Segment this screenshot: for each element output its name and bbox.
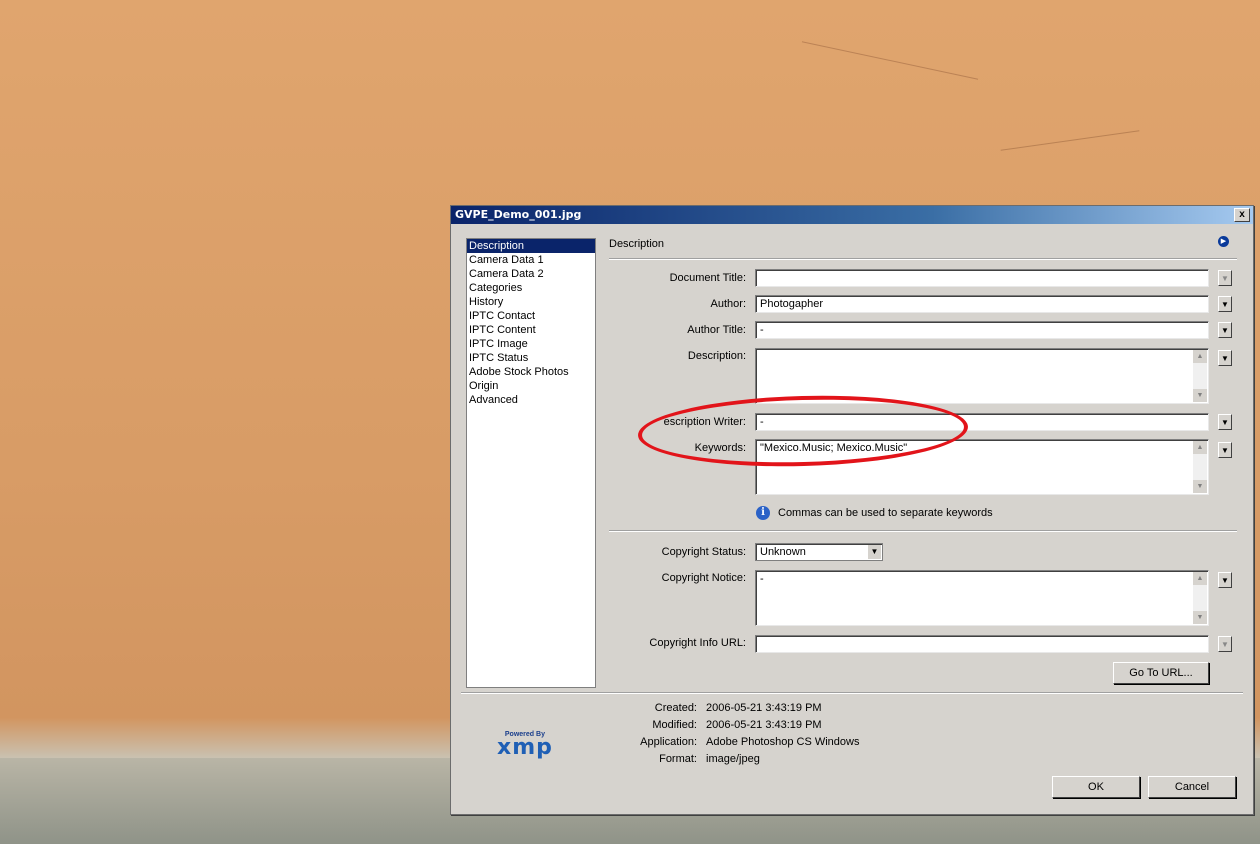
dialog-titlebar: GVPE_Demo_001.jpg x: [451, 206, 1253, 224]
copyright-notice-label: Copyright Notice:: [661, 572, 746, 584]
sidebar-item-iptc-status[interactable]: IPTC Status: [467, 351, 595, 365]
category-list: Description Camera Data 1 Camera Data 2 …: [466, 238, 596, 688]
scroll-up-icon[interactable]: ▲: [1193, 350, 1207, 363]
dropdown-arrow-icon[interactable]: ▼: [1218, 572, 1232, 588]
sidebar-item-iptc-contact[interactable]: IPTC Contact: [467, 309, 595, 323]
document-title-field[interactable]: [755, 269, 1209, 287]
close-icon[interactable]: x: [1234, 208, 1250, 222]
format-value: image/jpeg: [706, 753, 760, 765]
sidebar-item-description[interactable]: Description: [467, 239, 595, 253]
dropdown-arrow-icon[interactable]: ▼: [868, 545, 881, 559]
ok-button[interactable]: OK: [1052, 776, 1140, 798]
sidebar-item-adobe-stock-photos[interactable]: Adobe Stock Photos: [467, 365, 595, 379]
dialog-title: GVPE_Demo_001.jpg: [455, 208, 582, 221]
keywords-hint: i Commas can be used to separate keywords: [756, 506, 993, 520]
dropdown-arrow-icon[interactable]: ▼: [1218, 350, 1232, 366]
author-field[interactable]: Photogapher: [755, 295, 1209, 313]
go-to-url-button[interactable]: Go To URL...: [1113, 662, 1209, 684]
author-label: Author:: [710, 298, 746, 310]
section-divider: [609, 258, 1237, 260]
menu-arrow-icon[interactable]: ▶: [1218, 236, 1229, 247]
scrollbar[interactable]: ▲ ▼: [1193, 350, 1207, 402]
scrollbar[interactable]: ▲ ▼: [1193, 441, 1207, 493]
sidebar-item-camera-data-2[interactable]: Camera Data 2: [467, 267, 595, 281]
sidebar-item-iptc-content[interactable]: IPTC Content: [467, 323, 595, 337]
sidebar-item-history[interactable]: History: [467, 295, 595, 309]
section-divider: [461, 692, 1243, 694]
copyright-url-label: Copyright Info URL:: [649, 637, 746, 649]
created-value: 2006-05-21 3:43:19 PM: [706, 702, 822, 714]
scrollbar[interactable]: ▲ ▼: [1193, 572, 1207, 624]
dropdown-arrow-icon[interactable]: ▼: [1218, 442, 1232, 458]
dropdown-arrow-icon[interactable]: ▼: [1218, 296, 1232, 312]
document-title-label: Document Title:: [669, 272, 746, 284]
scroll-up-icon[interactable]: ▲: [1193, 572, 1207, 585]
dropdown-arrow-icon[interactable]: ▼: [1218, 414, 1232, 430]
file-info-dialog: GVPE_Demo_001.jpg x Description Camera D…: [450, 205, 1254, 815]
xmp-logo: Powered By xmp: [497, 731, 553, 760]
sidebar-item-advanced[interactable]: Advanced: [467, 393, 595, 407]
info-icon: i: [756, 506, 770, 520]
modified-label: Modified:: [652, 719, 697, 731]
sidebar-item-camera-data-1[interactable]: Camera Data 1: [467, 253, 595, 267]
copyright-status-label: Copyright Status:: [661, 546, 746, 558]
format-label: Format:: [659, 753, 697, 765]
author-title-field[interactable]: -: [755, 321, 1209, 339]
sidebar-item-iptc-image[interactable]: IPTC Image: [467, 337, 595, 351]
dropdown-arrow-icon[interactable]: ▼: [1218, 636, 1232, 652]
dropdown-arrow-icon[interactable]: ▼: [1218, 322, 1232, 338]
created-label: Created:: [654, 702, 697, 714]
sidebar-item-categories[interactable]: Categories: [467, 281, 595, 295]
modified-value: 2006-05-21 3:43:19 PM: [706, 719, 822, 731]
scroll-down-icon[interactable]: ▼: [1193, 611, 1207, 624]
copyright-notice-field[interactable]: - ▲ ▼: [755, 570, 1209, 626]
copyright-status-value: Unknown: [760, 546, 806, 558]
cancel-button[interactable]: Cancel: [1148, 776, 1236, 798]
section-title: Description: [609, 238, 665, 250]
section-divider: [609, 530, 1237, 532]
sidebar-item-origin[interactable]: Origin: [467, 379, 595, 393]
copyright-notice-value: -: [760, 573, 764, 585]
scroll-down-icon[interactable]: ▼: [1193, 480, 1207, 493]
keywords-hint-text: Commas can be used to separate keywords: [778, 506, 993, 519]
scroll-up-icon[interactable]: ▲: [1193, 441, 1207, 454]
application-label: Application:: [640, 736, 697, 748]
application-value: Adobe Photoshop CS Windows: [706, 736, 860, 748]
copyright-url-field[interactable]: [755, 635, 1209, 653]
description-label: Description:: [687, 350, 746, 362]
scroll-down-icon[interactable]: ▼: [1193, 389, 1207, 402]
dropdown-arrow-icon[interactable]: ▼: [1218, 270, 1232, 286]
copyright-status-select[interactable]: Unknown ▼: [755, 543, 883, 561]
xmp-logo-text: xmp: [497, 735, 553, 760]
author-title-label: Author Title:: [687, 324, 746, 336]
